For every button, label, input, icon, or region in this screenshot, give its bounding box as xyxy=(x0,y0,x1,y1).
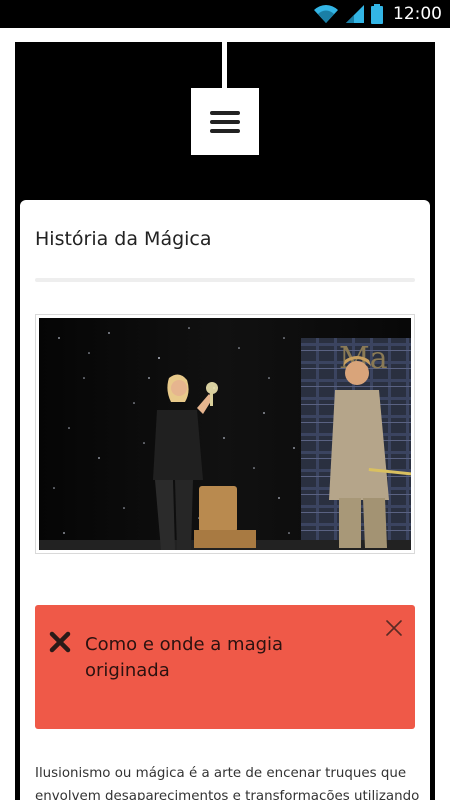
article-body: Ilusionismo ou mágica é a arte de encena… xyxy=(35,762,427,800)
wifi-icon xyxy=(314,5,338,23)
photo-frame[interactable]: Ma xyxy=(35,314,415,554)
content-card: História da Mágica Como e onde a magia o… xyxy=(20,200,430,800)
alert-message-line-1: Como e onde a magia xyxy=(85,634,284,655)
status-clock: 12:00 xyxy=(393,4,442,24)
article-line-2: envolvem desaparecimentos e transformaçõ… xyxy=(35,789,420,800)
page-title: História da Mágica xyxy=(35,228,212,250)
menu-button[interactable] xyxy=(191,88,259,155)
status-tray: 12:00 xyxy=(313,4,442,24)
battery-icon xyxy=(371,4,383,24)
alert-message: Como e onde a magia originada xyxy=(85,632,355,684)
close-icon[interactable] xyxy=(385,619,403,637)
alert-banner[interactable]: Como e onde a magia originada xyxy=(35,605,415,729)
article-line-1: Ilusionismo ou mágica é a arte de encena… xyxy=(35,766,407,781)
hamburger-menu-icon xyxy=(210,110,240,133)
status-bar: 12:00 xyxy=(0,0,450,28)
stage-photo: Ma xyxy=(39,318,411,550)
x-icon xyxy=(49,631,71,653)
signal-icon xyxy=(346,5,364,23)
menu-stem xyxy=(222,42,227,90)
alert-message-line-2: originada xyxy=(85,660,170,681)
title-divider xyxy=(35,278,415,282)
